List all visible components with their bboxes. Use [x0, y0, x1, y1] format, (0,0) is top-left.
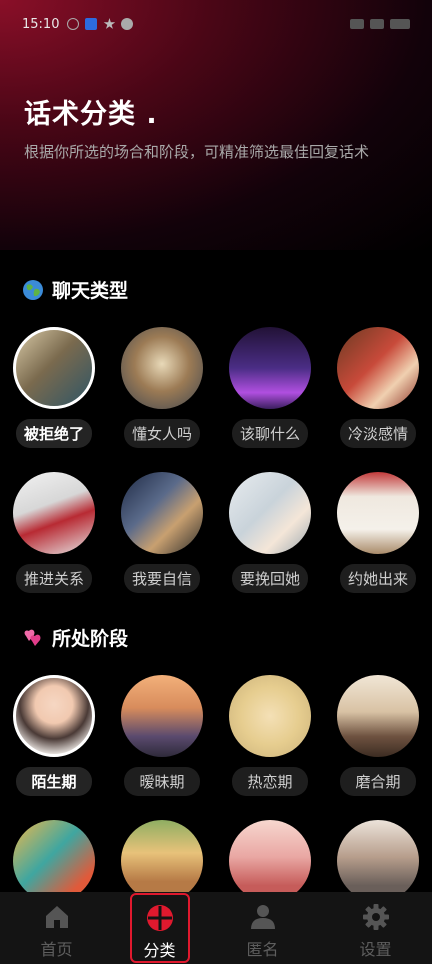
stage-item[interactable]: [226, 820, 314, 902]
tab-anonymous[interactable]: 匿名: [223, 892, 303, 964]
item-image: [229, 327, 311, 409]
section-chat-types: 聊天类型: [22, 276, 128, 303]
app-notification-icon-2: [121, 18, 134, 30]
status-right: [350, 19, 410, 29]
item-image: [229, 472, 311, 554]
stage-item[interactable]: 磨合期: [334, 675, 422, 796]
chat-type-item[interactable]: 懂女人吗: [118, 327, 206, 448]
battery-icon: [390, 19, 410, 29]
item-label: 我要自信: [124, 564, 200, 593]
chat-type-item[interactable]: 我要自信: [118, 472, 206, 593]
section-stages: 所处阶段: [22, 624, 128, 651]
item-label: 懂女人吗: [124, 419, 200, 448]
item-label: 该聊什么: [232, 419, 308, 448]
chat-type-item[interactable]: 约她出来: [334, 472, 422, 593]
stage-item[interactable]: [118, 820, 206, 902]
tab-label: 匿名: [246, 940, 279, 959]
tab-category[interactable]: 分类: [129, 893, 190, 963]
tab-label: 分类: [143, 941, 176, 960]
item-label: 暧昧期: [124, 767, 200, 796]
stage-item[interactable]: [10, 820, 98, 902]
chat-type-item[interactable]: 被拒绝了: [10, 327, 98, 448]
stage-item[interactable]: [334, 820, 422, 902]
page-title: 话术分类 .: [24, 99, 158, 130]
status-time: 15:10: [22, 16, 60, 32]
item-image: [229, 675, 311, 757]
chat-type-item[interactable]: 该聊什么: [226, 327, 314, 448]
sync-icon: [67, 18, 80, 30]
person-icon: [250, 905, 275, 929]
gear-icon: [362, 904, 389, 930]
item-image: [337, 327, 419, 409]
item-label: 被拒绝了: [16, 419, 92, 448]
item-image: [121, 675, 203, 757]
item-image: [229, 820, 311, 902]
item-image: [13, 472, 95, 554]
item-image: [121, 820, 203, 902]
section-title: 聊天类型: [52, 280, 129, 302]
chat-type-item[interactable]: 推进关系: [10, 472, 98, 593]
hearts-icon: [24, 629, 41, 646]
page-subtitle: 根据你所选的场合和阶段，可精准筛选最佳回复话术: [24, 143, 370, 161]
item-image: [337, 675, 419, 757]
item-label: 陌生期: [16, 767, 92, 796]
bottom-tab-bar: 首页 分类 匿名 设置: [0, 892, 432, 964]
home-icon: [45, 906, 68, 928]
item-label: 冷淡感情: [340, 419, 416, 448]
chat-type-item[interactable]: 要挽回她: [226, 472, 314, 593]
stage-item[interactable]: 热恋期: [226, 675, 314, 796]
star-icon: [103, 18, 116, 29]
item-label: 推进关系: [16, 564, 92, 593]
item-label: 磨合期: [340, 767, 416, 796]
stage-item[interactable]: 暧昧期: [118, 675, 206, 796]
item-image: [337, 472, 419, 554]
globe-icon: [23, 279, 43, 300]
tab-label: 首页: [40, 940, 73, 959]
section-title: 所处阶段: [52, 628, 129, 650]
status-bar: 15:10: [0, 0, 432, 48]
tab-label: 设置: [359, 940, 392, 959]
item-image: [337, 820, 419, 902]
tab-home[interactable]: 首页: [17, 892, 97, 964]
item-image: [13, 675, 95, 757]
item-image: [121, 327, 203, 409]
chat-type-item[interactable]: 冷淡感情: [334, 327, 422, 448]
wifi-icon: [370, 19, 384, 29]
stage-item[interactable]: 陌生期: [10, 675, 98, 796]
item-label: 约她出来: [340, 564, 416, 593]
item-image: [13, 327, 95, 409]
tab-settings[interactable]: 设置: [336, 892, 416, 964]
item-image: [13, 820, 95, 902]
signal-icon: [350, 19, 364, 29]
app-notification-icon: [85, 18, 98, 30]
item-label: 要挽回她: [232, 564, 308, 593]
item-label: 热恋期: [232, 767, 308, 796]
item-image: [121, 472, 203, 554]
category-icon: [146, 905, 173, 931]
